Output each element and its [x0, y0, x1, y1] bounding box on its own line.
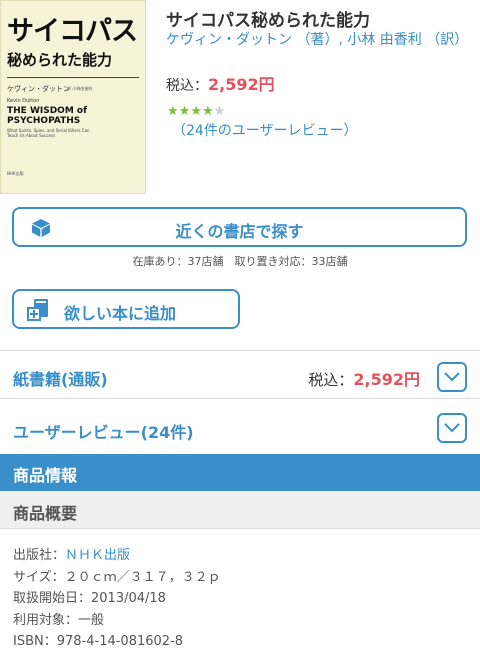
- divider: [0, 350, 480, 351]
- translator-role: （訳）: [426, 32, 469, 48]
- paper-book-label[interactable]: 紙書籍(通販): [13, 366, 108, 390]
- cover-author-en: Kevin Dutton: [7, 98, 40, 104]
- add-wishlist-button[interactable]: 欲しい本に追加: [12, 289, 240, 329]
- star-icon: ★: [190, 104, 202, 119]
- audience-row: 利用対象：一般: [13, 612, 105, 628]
- find-store-button[interactable]: 近くの書店で探す: [12, 207, 467, 247]
- cover-title: サイコパス: [7, 16, 138, 47]
- reviews-expand-button[interactable]: [437, 413, 467, 443]
- star-icon: ★: [178, 104, 191, 119]
- isbn-row: ISBN：978-4-14-081602-8: [13, 634, 184, 649]
- cover-translator: 訳 小林由香利: [67, 86, 93, 91]
- release-date-row: 取扱開始日：2013/04/18: [13, 591, 166, 606]
- publisher-link[interactable]: ＮＨＫ出版: [65, 548, 130, 563]
- cover-publisher: NHK出版: [7, 171, 24, 176]
- publisher-row: 出版社：ＮＨＫ出版: [13, 545, 221, 567]
- price-row: 税込：2,592円: [166, 71, 275, 95]
- cover-rule: [7, 77, 139, 78]
- paper-book-expand-button[interactable]: [437, 362, 467, 392]
- product-info-header: 商品情報: [0, 454, 480, 491]
- star-rating: ★★★★★: [167, 104, 225, 119]
- reviews-label[interactable]: ユーザーレビュー(24件): [13, 419, 194, 443]
- review-count-link[interactable]: （24件のユーザーレビュー）: [172, 120, 358, 140]
- price-value: 2,592円: [208, 75, 275, 94]
- star-icon: ★: [167, 104, 179, 119]
- cover-subtitle-en: What Saints, Spies, and Serial Killers C…: [7, 128, 90, 138]
- product-info-title: 商品情報: [13, 466, 78, 485]
- find-store-label: 近くの書店で探す: [175, 222, 304, 241]
- book-cover[interactable]: サイコパス 秘められた能力 ケヴィン・ダットン 訳 小林由香利 Kevin Du…: [0, 0, 146, 194]
- paper-price-value: 2,592円: [353, 370, 420, 389]
- divider: [0, 398, 480, 399]
- stock-info: 在庫あり：37店舗 取り置き対応：33店舗: [132, 255, 348, 268]
- size-row: サイズ：２０ｃｍ／３１７，３２ｐ: [13, 569, 221, 585]
- chevron-down-icon: [444, 372, 460, 382]
- publisher-label: 出版社：: [13, 548, 66, 563]
- product-summary-header: 商品概要: [0, 491, 480, 529]
- star-icon: ★: [201, 104, 214, 119]
- cover-title-en: THE WISDOM of PSYCHOPATHS: [7, 106, 88, 126]
- paper-price: 税込：2,592円: [308, 366, 420, 390]
- author-link[interactable]: ケヴィン・ダットン: [166, 32, 292, 48]
- product-summary-title: 商品概要: [13, 504, 78, 523]
- author-separator: ,: [338, 32, 343, 48]
- cover-author: ケヴィン・ダットン: [7, 85, 70, 93]
- chevron-down-icon: [444, 423, 460, 433]
- author-list: ケヴィン・ダットン （著）, 小林 由香利 （訳）: [166, 30, 472, 50]
- star-empty-icon: ★: [213, 104, 226, 119]
- cover-subtitle: 秘められた能力: [7, 51, 113, 69]
- add-book-icon: [26, 298, 50, 326]
- book-title: サイコパス秘められた能力: [166, 11, 370, 31]
- translator-link[interactable]: 小林 由香利: [347, 32, 421, 48]
- author-role: （著）: [296, 32, 339, 48]
- paper-price-label: 税込：: [308, 371, 354, 389]
- add-wishlist-label: 欲しい本に追加: [64, 304, 177, 323]
- product-details: 出版社：ＮＨＫ出版 サイズ：２０ｃｍ／３１７，３２ｐ 取扱開始日：2013/04…: [13, 545, 221, 653]
- price-label: 税込：: [166, 78, 208, 94]
